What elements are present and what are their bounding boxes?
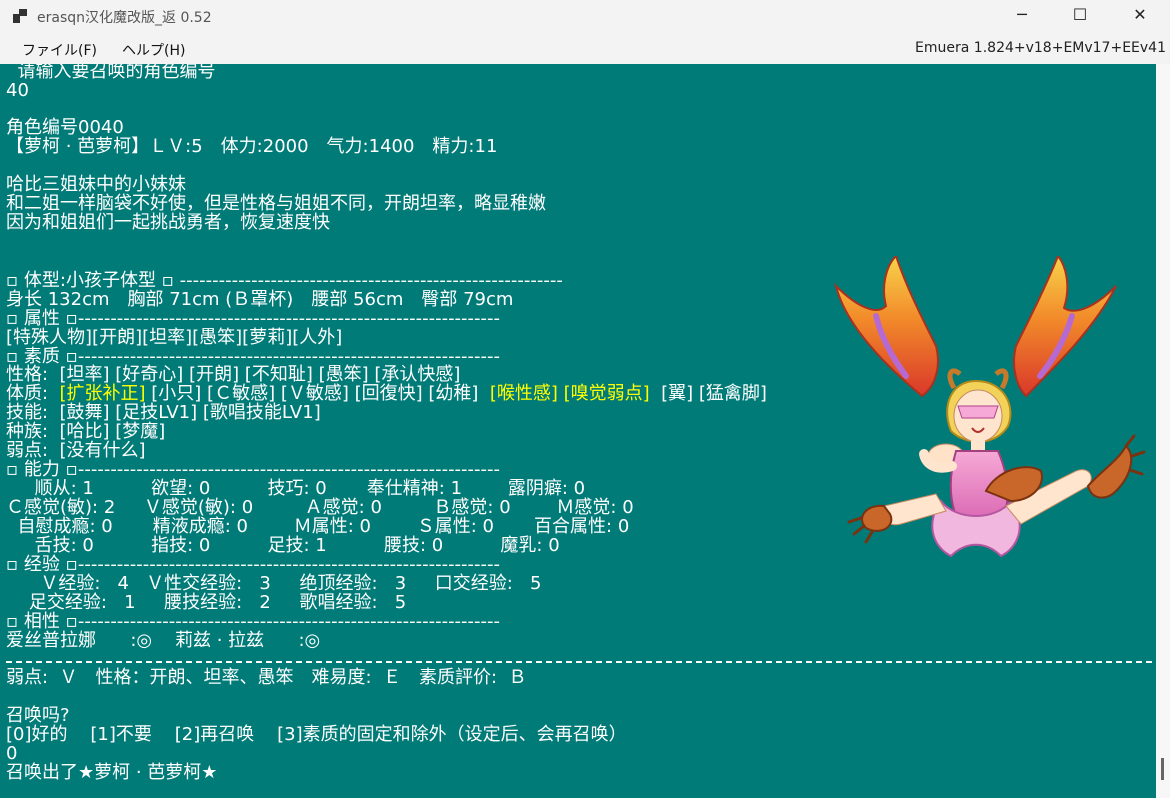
console-line: 40 (6, 80, 29, 101)
scrollbar-thumb[interactable] (1161, 758, 1164, 780)
trait-text: [翼] [猛禽脚] (649, 383, 767, 404)
app-icon (13, 9, 27, 23)
ability-row: 顺从: 1 欲望: 0 技巧: 0 奉仕精神: 1 露阴癖: 0 (6, 478, 586, 499)
ability-row: Ｃ感觉(敏): 2 Ｖ感觉(敏): 0 Ａ感觉: 0 Ｂ感觉: 0 Ｍ感觉: 0 (6, 497, 634, 518)
console-line: 种族: [哈比] [梦魔] (6, 421, 166, 442)
ability-row: 舌技: 0 指技: 0 足技: 1 腰技: 0 魔乳: 0 (6, 535, 560, 556)
trait-text: [小只] [Ｃ敏感] [Ｖ敏感] [回復快] [幼稚] (145, 383, 490, 404)
console-line: [特殊人物][开朗][坦率][愚笨][萝莉][人外] (6, 327, 343, 348)
harpy-portrait-image (834, 256, 1146, 558)
experience-row: Ｖ经验: 4 Ｖ性交经验: 3 绝顶经验: 3 口交经验: 5 (6, 573, 542, 594)
separator-line (6, 661, 1152, 663)
minimize-button[interactable]: ─ (993, 0, 1051, 32)
summary-line: 弱点: Ｖ 性格：开朗、坦率、愚笨 难易度: Ｅ 素质評价: Ｂ (6, 667, 527, 688)
vertical-scrollbar[interactable] (1156, 64, 1170, 798)
console-line: 请输入要召唤的角色编号 (6, 64, 216, 82)
console-line: 角色编号0040 (6, 117, 124, 138)
highlighted-trait: [喉性感] [嗅觉弱点] (489, 383, 650, 404)
console-line: 召唤吗? (6, 705, 70, 726)
console-line: 爱丝普拉娜 :◎ 莉兹 · 拉兹 :◎ (6, 630, 321, 651)
trait-text: 体质: (6, 383, 60, 404)
constitution-line: 体质: [扩张补正] [小只] [Ｃ敏感] [Ｖ敏感] [回復快] [幼稚] [… (6, 384, 767, 404)
console-line: 性格: [坦率] [好奇心] [开朗] [不知耻] [愚笨] [承认快感] (6, 364, 461, 385)
console-line: 弱点: [没有什么] (6, 440, 146, 461)
console-line: 和二姐一样脑袋不好使，但是性格与姐姐不同，开朗坦率，略显稚嫩 (6, 193, 546, 214)
console-line: 因为和姐姐们一起挑战勇者，恢复速度快 (6, 212, 330, 233)
section-header-affinity: ▫ 相性 ▫----------------------------------… (6, 611, 501, 632)
section-header-experience: ▫ 经验 ▫----------------------------------… (6, 554, 501, 575)
highlighted-trait: [扩张补正] (59, 383, 146, 404)
menu-help[interactable]: ヘルプ(H) (122, 40, 185, 60)
version-label: Emuera 1.824+v18+EMv17+EEv41 (915, 40, 1166, 56)
console-line: 召唤出了★萝柯 · 芭萝柯★ (6, 762, 218, 783)
section-header-attributes: ▫ 属性 ▫----------------------------------… (6, 308, 501, 329)
ability-row: 自慰成瘾: 0 精液成瘾: 0 Ｍ属性: 0 Ｓ属性: 0 百合属性: 0 (6, 516, 630, 537)
window-title: erasqn汉化魔改版_返 0.52 (37, 10, 212, 26)
summon-options[interactable]: [0]好的 [1]不要 [2]再召唤 [3]素质的固定和除外（设定后、会再召唤） (6, 725, 627, 745)
console-line: 0 (6, 743, 18, 764)
title-bar: erasqn汉化魔改版_返 0.52 ─ ☐ ✕ (0, 0, 1170, 32)
section-header-body-type: ▫ 体型:小孩子体型 ▫ ---------------------------… (6, 270, 563, 291)
maximize-button[interactable]: ☐ (1051, 0, 1109, 32)
console-line: 身长 132cm 胸部 71cm (Ｂ罩杯) 腰部 56cm 臀部 79cm (6, 289, 514, 310)
console-line: 哈比三姐妹中的小妹妹 (6, 174, 186, 195)
menu-file[interactable]: ファイル(F) (22, 40, 97, 60)
section-header-abilities: ▫ 能力 ▫----------------------------------… (6, 459, 501, 480)
menu-bar: ファイル(F) ヘルプ(H) Emuera 1.824+v18+EMv17+EE… (0, 32, 1170, 64)
character-stats-line: 【萝柯 · 芭萝柯】ＬＶ:5 体力:2000 气力:1400 精力:11 (6, 136, 498, 157)
experience-row: 足交经验: 1 腰技经验: 2 歌唱经验: 5 (6, 592, 407, 613)
console-line: 技能: [鼓舞] [足技LV1] [歌唱技能LV1] (6, 402, 321, 423)
close-button[interactable]: ✕ (1111, 0, 1169, 32)
